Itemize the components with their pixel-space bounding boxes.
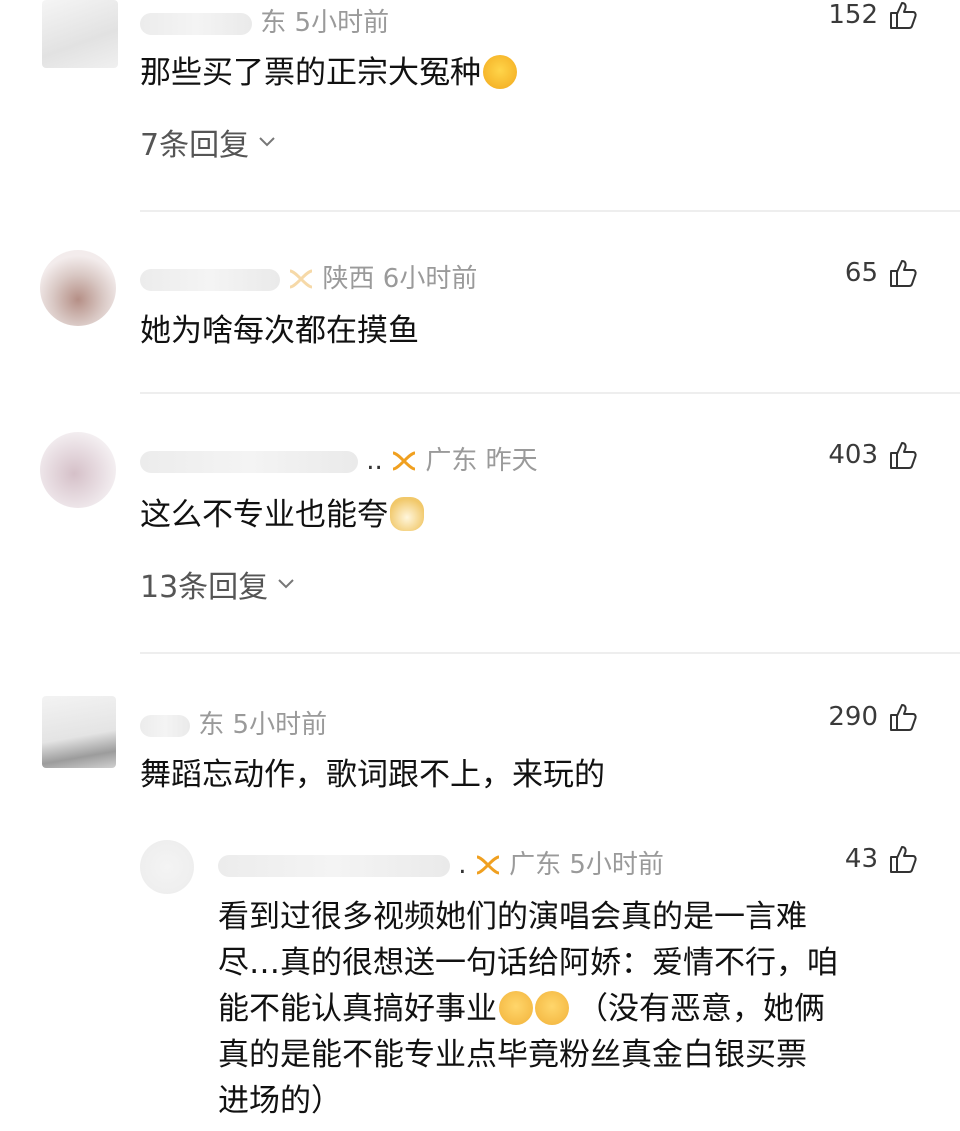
like-count: 403 <box>828 440 878 470</box>
like-button[interactable]: 43 <box>845 844 918 874</box>
divider <box>140 652 960 654</box>
laughing-crying-emoji <box>483 55 517 89</box>
like-button[interactable]: 403 <box>828 440 918 470</box>
comment-item: 陕西 6小时前 65 她为啥每次都在摸鱼 <box>0 240 960 390</box>
vip-badge-icon <box>392 451 416 471</box>
thumbs-up-icon <box>890 442 917 469</box>
divider <box>140 210 960 212</box>
doge-emoji <box>390 497 424 531</box>
avatar[interactable] <box>42 0 118 68</box>
avatar[interactable] <box>40 432 116 508</box>
comment-item: 东 5小时前 290 舞蹈忘动作，歌词跟不上，来玩的 <box>0 690 960 820</box>
vip-badge-icon <box>289 269 313 289</box>
reply-item: . 广东 5小时前 43 看到过很多视频她们的演唱会真的是一言难 尽…真的很想送… <box>0 830 960 1131</box>
chevron-down-icon <box>278 579 294 589</box>
like-count: 65 <box>844 258 878 288</box>
comment-text: 她为啥每次都在摸鱼 <box>140 313 419 349</box>
username-blurred[interactable] <box>140 714 190 737</box>
chevron-down-icon <box>259 137 275 147</box>
comment-meta: 东 5小时前 <box>140 2 389 39</box>
avatar[interactable] <box>140 840 194 894</box>
like-count: 290 <box>828 702 878 732</box>
thumbs-up-icon <box>890 846 917 873</box>
username-blurred[interactable] <box>218 854 450 877</box>
region-time: 广东 昨天 <box>425 446 538 476</box>
comment-meta: 陕西 6小时前 <box>140 258 477 295</box>
thumbs-up-icon <box>890 704 917 731</box>
thumbs-up-icon <box>890 2 917 29</box>
comment-text: 舞蹈忘动作，歌词跟不上，来玩的 <box>140 757 605 793</box>
username-blurred[interactable] <box>140 12 252 35</box>
username-ellipsis: .. <box>366 446 383 476</box>
region-time: 东 5小时前 <box>198 710 328 740</box>
region-time: 东 5小时前 <box>260 8 390 38</box>
avatar[interactable] <box>40 250 116 326</box>
expand-replies-button[interactable]: 7条回复 <box>140 120 277 164</box>
comment-item: .. 广东 昨天 403 这么不专业也能夸 13条回复 <box>0 420 960 650</box>
sneeze-emoji <box>535 991 569 1025</box>
comment-text: 那些买了票的正宗大冤种 <box>140 50 517 96</box>
reply-text: 看到过很多视频她们的演唱会真的是一言难 尽…真的很想送一句话给阿娇：爱情不行，咱… <box>218 899 838 1119</box>
comment-meta: 东 5小时前 <box>140 704 327 741</box>
region-time: 广东 5小时前 <box>509 850 664 880</box>
comment-text: 这么不专业也能夸 <box>140 492 424 538</box>
sneeze-emoji <box>499 991 533 1025</box>
avatar[interactable] <box>42 696 116 768</box>
comment-meta: . 广东 5小时前 <box>218 844 664 881</box>
like-count: 43 <box>844 844 878 874</box>
divider <box>140 392 960 394</box>
region-time: 陕西 6小时前 <box>322 264 478 294</box>
like-button[interactable]: 65 <box>845 258 918 288</box>
like-button[interactable]: 152 <box>828 0 918 30</box>
comment-meta: .. 广东 昨天 <box>140 440 538 477</box>
like-count: 152 <box>828 0 878 30</box>
vip-badge-icon <box>476 855 500 875</box>
expand-replies-button[interactable]: 13条回复 <box>140 562 296 606</box>
username-blurred[interactable] <box>140 450 358 473</box>
username-blurred[interactable] <box>140 268 280 291</box>
thumbs-up-icon <box>890 260 917 287</box>
comment-item: 东 5小时前 152 那些买了票的正宗大冤种 7条回复 <box>0 0 960 210</box>
username-ellipsis: . <box>458 850 467 880</box>
like-button[interactable]: 290 <box>828 702 918 732</box>
